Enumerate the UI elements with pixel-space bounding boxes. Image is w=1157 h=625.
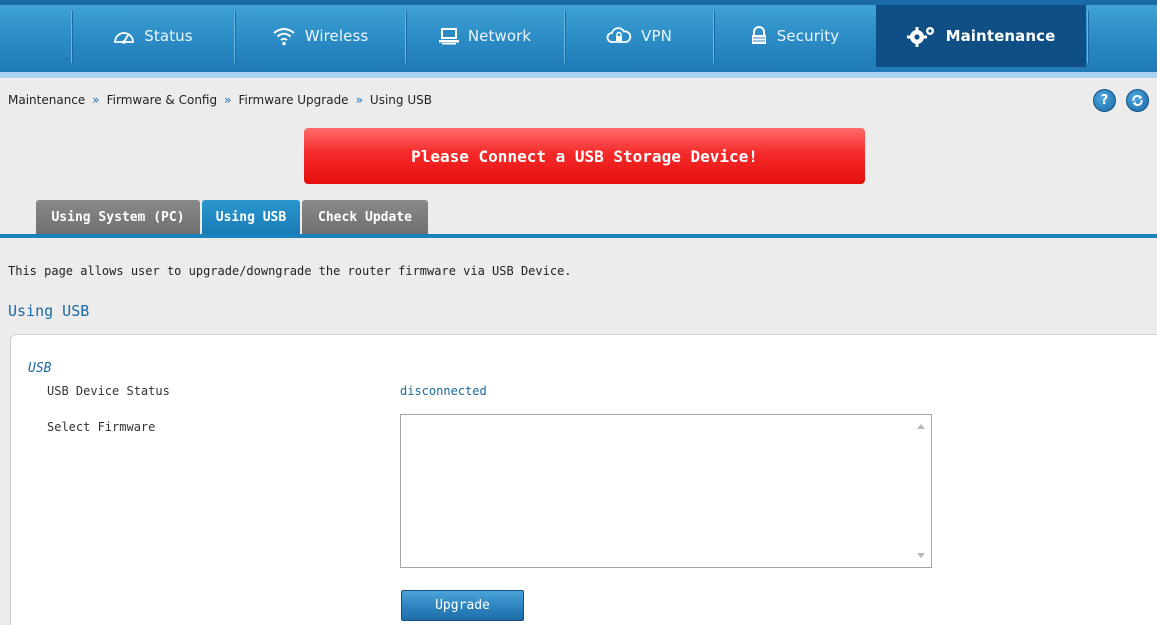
breadcrumb-item-maintenance[interactable]: Maintenance	[8, 93, 85, 107]
gears-icon	[906, 27, 934, 47]
nav-label-status: Status	[144, 27, 193, 45]
nav-label-security: Security	[776, 27, 840, 45]
help-button-label: ?	[1100, 93, 1109, 108]
nav-label-maintenance: Maintenance	[945, 27, 1056, 45]
nav-label-network: Network	[467, 27, 532, 45]
tab-bar-underline	[0, 234, 1157, 238]
usb-alert-text: Please Connect a USB Storage Device!	[411, 146, 758, 166]
group-title-usb: USB	[28, 361, 52, 376]
nav-label-vpn: VPN	[641, 27, 672, 45]
scroll-down-arrow-icon[interactable]	[917, 553, 925, 558]
nav-item-security[interactable]: Security	[714, 5, 875, 67]
tab-label: Check Update	[318, 210, 412, 225]
nav-underline	[0, 72, 1157, 78]
nav-item-status[interactable]: Status	[72, 5, 234, 67]
help-button[interactable]: ?	[1093, 89, 1116, 112]
breadcrumb: Maintenance » Firmware & Config » Firmware U…	[8, 93, 432, 107]
usb-alert-banner: Please Connect a USB Storage Device!	[304, 128, 865, 184]
wifi-icon	[273, 28, 295, 46]
breadcrumb-item-using-usb: Using USB	[369, 93, 432, 107]
refresh-button[interactable]	[1126, 89, 1149, 112]
breadcrumb-item-firmware-upgrade[interactable]: Firmware Upgrade	[238, 93, 348, 107]
breadcrumb-separator: »	[224, 93, 232, 107]
monitor-icon	[438, 28, 459, 45]
refresh-icon	[1132, 95, 1143, 106]
page-description: This page allows user to upgrade/downgra…	[8, 264, 572, 278]
lock-icon	[751, 26, 766, 44]
cloud-lock-icon	[606, 27, 632, 43]
upgrade-button-label: Upgrade	[435, 598, 490, 613]
select-firmware-label: Select Firmware	[47, 420, 156, 434]
usb-device-status-label: USB Device Status	[47, 384, 170, 398]
breadcrumb-item-firmware-config[interactable]: Firmware & Config	[107, 93, 217, 107]
tab-using-usb[interactable]: Using USB	[202, 200, 300, 235]
nav-item-network[interactable]: Network	[406, 5, 564, 67]
tab-label: Using System (PC)	[51, 210, 185, 225]
tab-check-update[interactable]: Check Update	[302, 200, 428, 235]
tab-using-system-pc[interactable]: Using System (PC)	[36, 200, 200, 235]
breadcrumb-separator: »	[92, 93, 100, 107]
usb-device-status-value: disconnected	[400, 384, 487, 398]
tab-label: Using USB	[215, 210, 287, 225]
speedometer-icon	[114, 32, 135, 44]
nav-separator	[1087, 11, 1088, 63]
scroll-up-arrow-icon[interactable]	[917, 424, 925, 429]
breadcrumb-separator: »	[355, 93, 363, 107]
nav-label-wireless: Wireless	[304, 27, 369, 45]
section-title: Using USB	[8, 302, 90, 320]
upgrade-button[interactable]: Upgrade	[401, 590, 524, 621]
firmware-select-listbox[interactable]	[400, 414, 932, 568]
nav-item-vpn[interactable]: VPN	[565, 5, 713, 67]
nav-item-wireless[interactable]: Wireless	[235, 5, 405, 67]
nav-item-maintenance[interactable]: Maintenance	[876, 5, 1086, 67]
